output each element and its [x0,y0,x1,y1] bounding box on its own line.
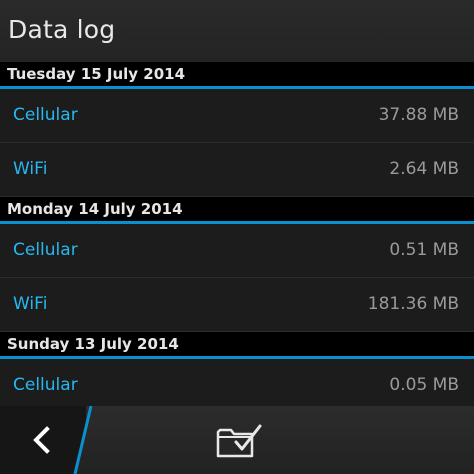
list-item-value: 181.36 MB [367,294,459,314]
folder-check-icon [216,424,262,458]
list-item-label: Cellular [13,375,78,395]
list-item-value: 37.88 MB [378,105,459,125]
manage-folder-button[interactable] [214,420,264,460]
data-log-list[interactable]: Tuesday 15 July 2014 Cellular 37.88 MB W… [0,62,474,406]
list-item-label: WiFi [13,294,48,314]
list-item-wifi[interactable]: WiFi 181.36 MB [0,278,474,332]
list-item-cellular[interactable]: Cellular 0.51 MB [0,224,474,278]
date-header-label: Tuesday 15 July 2014 [7,65,186,83]
action-bar [0,406,474,474]
title-bar: Data log [0,0,474,62]
list-item-wifi[interactable]: WiFi 2.64 MB [0,143,474,197]
date-header-label: Monday 14 July 2014 [7,200,183,218]
list-item-value: 0.51 MB [389,240,459,260]
date-header: Tuesday 15 July 2014 [0,62,474,89]
list-item-cellular[interactable]: Cellular 37.88 MB [0,89,474,143]
back-chevron-icon [33,426,50,454]
list-item-value: 0.05 MB [389,375,459,395]
list-item-cellular[interactable]: Cellular 0.05 MB [0,359,474,406]
data-log-screen: Data log Tuesday 15 July 2014 Cellular 3… [0,0,474,474]
list-item-label: Cellular [13,240,78,260]
page-title: Data log [8,15,116,44]
list-item-label: WiFi [13,159,48,179]
list-item-label: Cellular [13,105,78,125]
date-header-label: Sunday 13 July 2014 [7,335,179,353]
back-button[interactable] [0,406,86,474]
list-item-value: 2.64 MB [389,159,459,179]
date-header: Monday 14 July 2014 [0,197,474,224]
date-header: Sunday 13 July 2014 [0,332,474,359]
